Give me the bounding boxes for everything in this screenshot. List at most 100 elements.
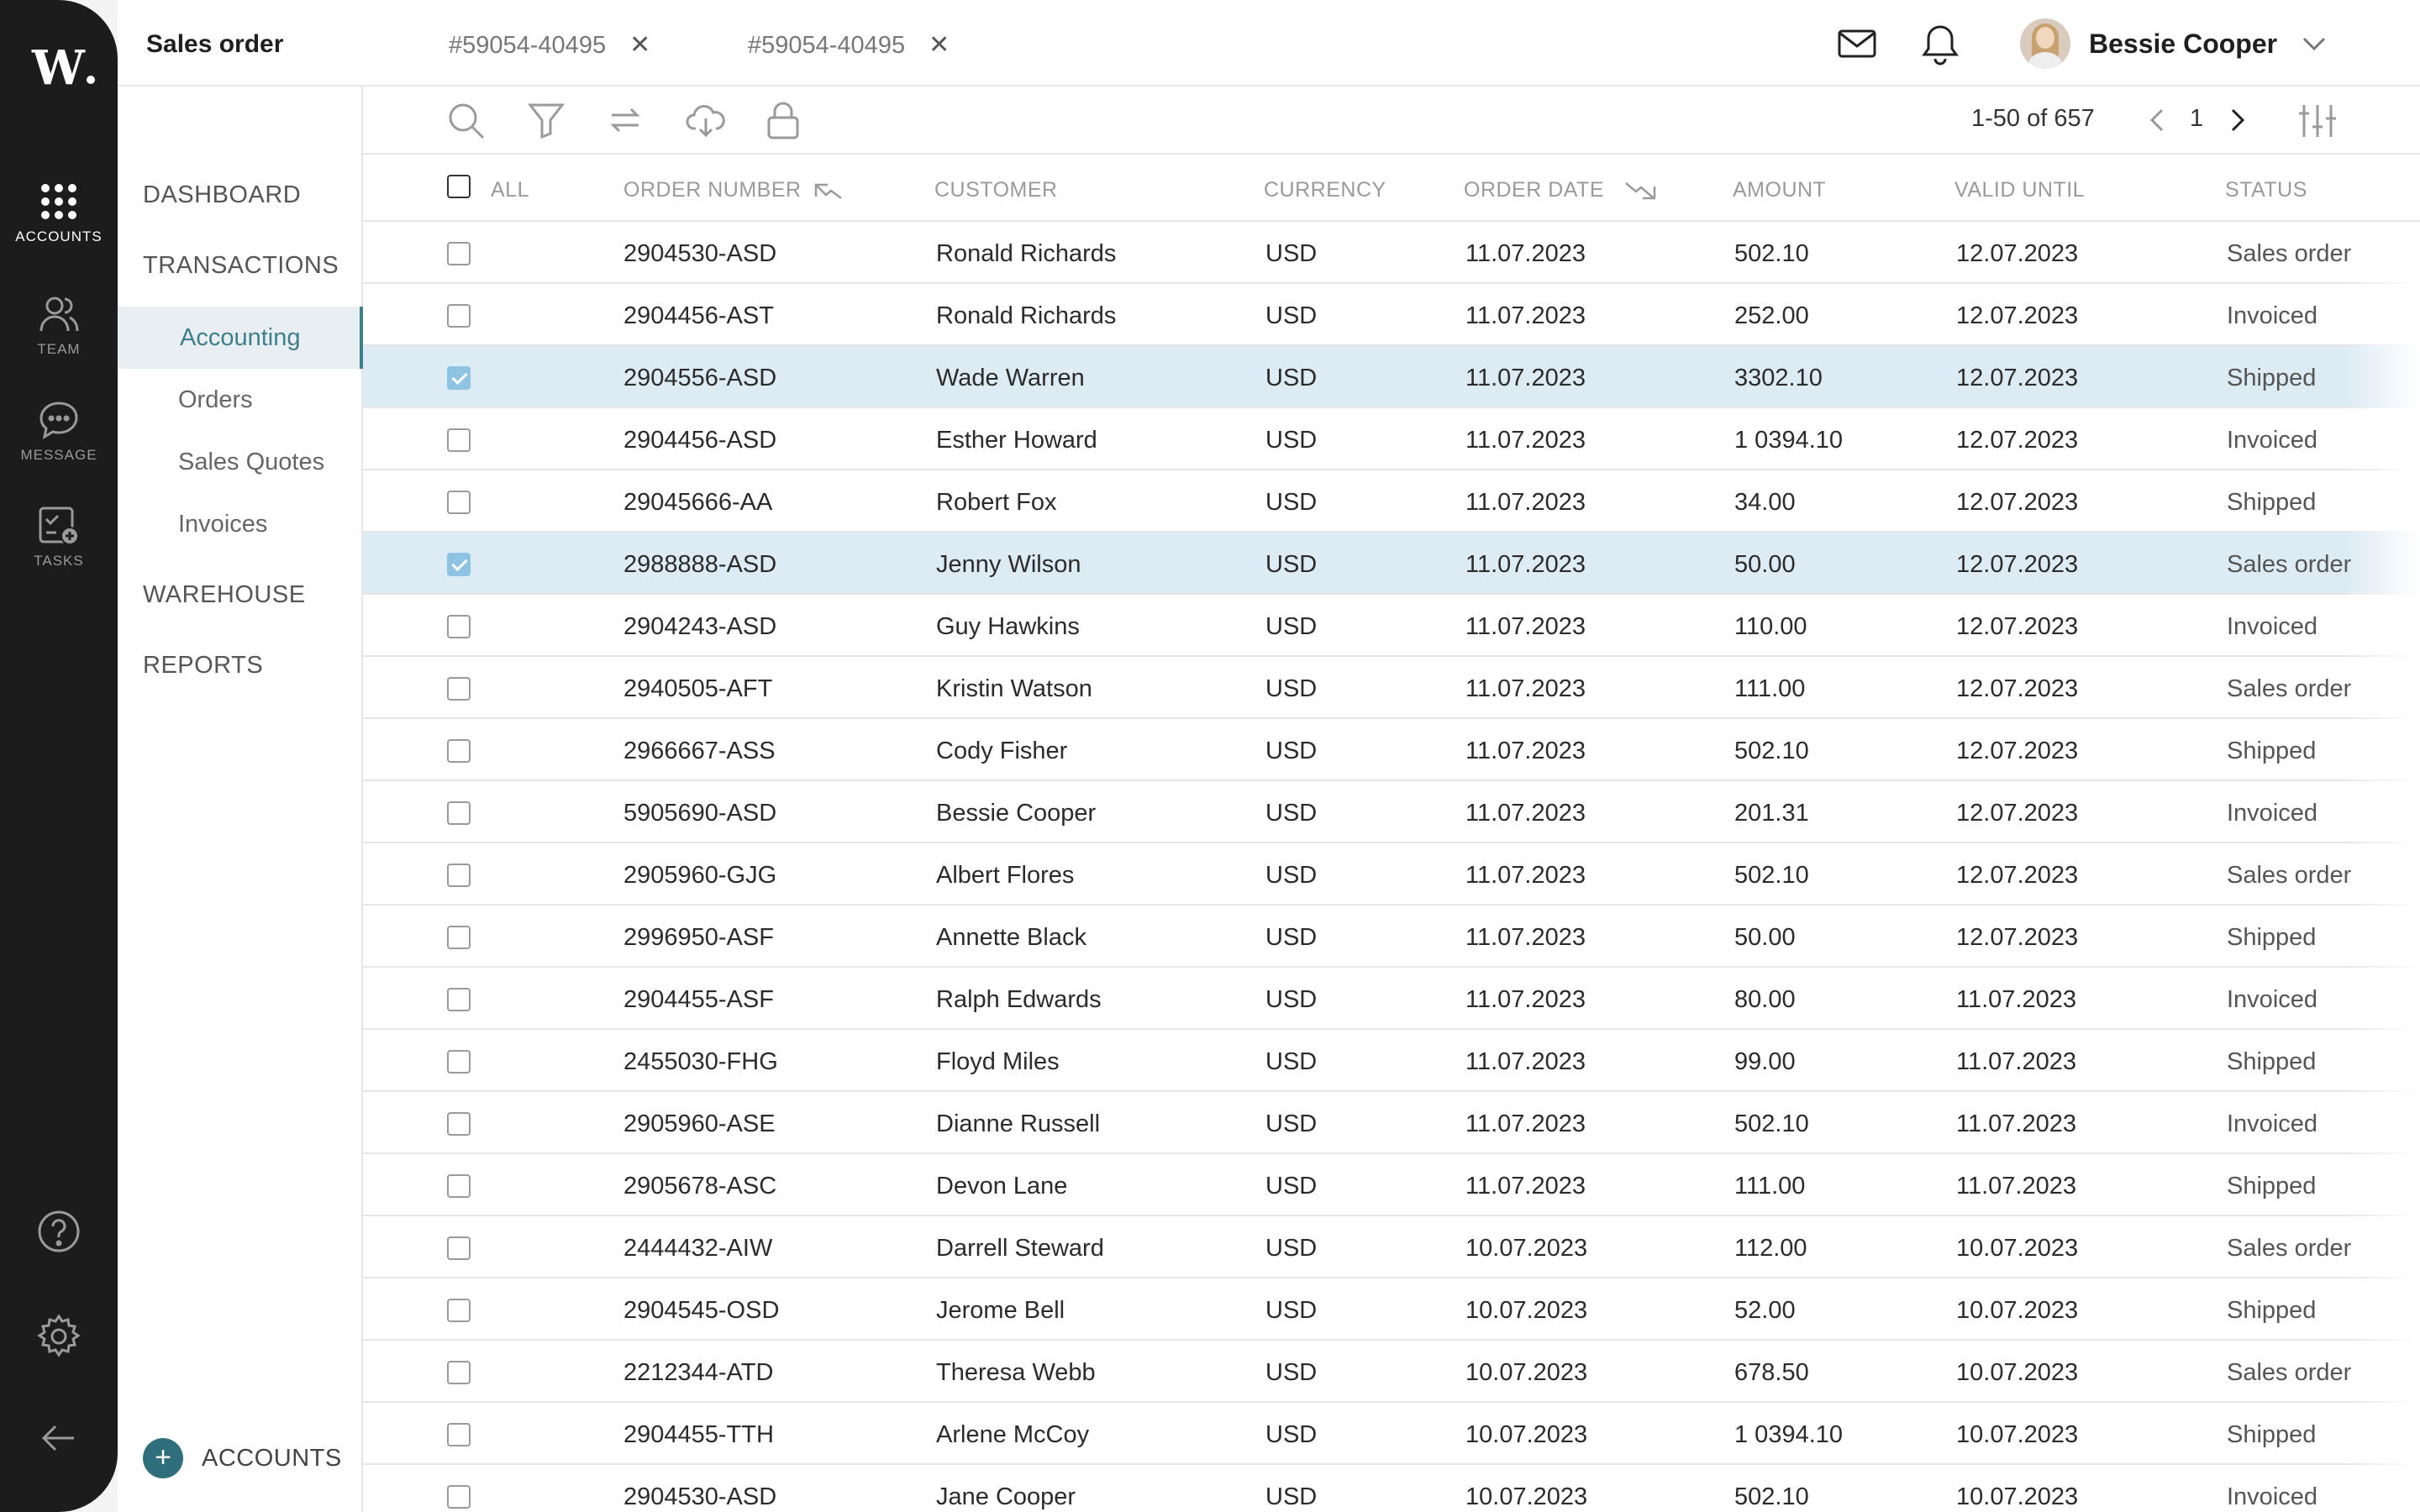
table-row[interactable]: 2904456-AST Ronald Richards USD 11.07.2023 2… [363,284,2420,346]
nav-item-accounting[interactable]: Accounting [118,307,363,369]
table-row[interactable]: 2904545-OSD Jerome Bell USD 10.07.2023 52.00… [363,1278,2420,1341]
table-row[interactable]: 2904455-TTH Arlene McCoy USD 10.07.2023 1 03… [363,1403,2420,1465]
lock-button[interactable] [766,102,800,144]
nav-item-invoices[interactable]: Invoices [178,511,267,538]
cell-valid-until: 12.07.2023 [1956,551,2079,578]
settings-button[interactable] [0,1314,118,1359]
collapse-button[interactable] [0,1423,118,1453]
chevron-down-icon[interactable] [2302,37,2326,50]
table-row[interactable]: 2904530-ASD Ronald Richards USD 11.07.2023 5… [363,222,2420,284]
table-row[interactable]: 2904556-ASD Wade Warren USD 11.07.2023 3302.… [363,346,2420,408]
table-row[interactable]: 2904455-ASF Ralph Edwards USD 11.07.2023 80.… [363,968,2420,1030]
column-header-customer[interactable]: CUSTOMER [934,178,1058,202]
close-icon[interactable]: ✕ [929,31,950,59]
cell-order-date: 11.07.2023 [1465,675,1586,702]
cell-currency: USD [1265,986,1318,1013]
page-title: Sales order [146,30,284,58]
cell-order-number: 2904455-ASF [623,986,774,1013]
table-row[interactable]: 2940505-AFT Kristin Watson USD 11.07.2023 11… [363,657,2420,719]
table-row[interactable]: 2904243-ASD Guy Hawkins USD 11.07.2023 110.0… [363,595,2420,657]
cell-valid-until: 12.07.2023 [1956,613,2079,640]
row-checkbox[interactable] [447,242,471,265]
table-row[interactable]: 29045666-AA Robert Fox USD 11.07.2023 34.00 1… [363,470,2420,533]
select-all-checkbox[interactable] [447,175,471,198]
cell-status: Shipped [2227,489,2317,516]
cell-amount: 252.00 [1734,302,1809,329]
row-checkbox[interactable] [447,801,471,825]
cell-valid-until: 12.07.2023 [1956,302,2079,329]
user-menu[interactable]: Bessie Cooper [2020,18,2326,69]
table-row[interactable]: 2455030-FHG Floyd Miles USD 11.07.2023 99.00… [363,1030,2420,1092]
row-checkbox[interactable] [447,864,471,887]
cell-customer: Ralph Edwards [936,986,1102,1013]
filter-button[interactable] [527,102,566,143]
table-row[interactable]: 2905960-GJG Albert Flores USD 11.07.2023 502… [363,843,2420,906]
row-checkbox[interactable] [447,1423,471,1446]
close-icon[interactable]: ✕ [629,31,650,59]
row-checkbox[interactable] [447,304,471,328]
row-checkbox[interactable] [447,677,471,701]
rail-item-message[interactable]: MESSAGE [0,400,118,464]
table-row[interactable]: 2212344-ATD Theresa Webb USD 10.07.2023 678.… [363,1341,2420,1403]
mail-button[interactable] [1837,24,1877,68]
row-checkbox[interactable] [447,366,471,390]
cell-order-number: 2904530-ASD [623,1483,777,1510]
row-checkbox[interactable] [447,615,471,638]
row-checkbox[interactable] [447,1112,471,1136]
row-checkbox[interactable] [447,926,471,949]
nav-item-sales-quotes[interactable]: Sales Quotes [178,449,324,476]
row-checkbox[interactable] [447,1236,471,1260]
page-number[interactable]: 1 [2190,105,2203,133]
column-settings-button[interactable] [2297,103,2338,143]
cell-order-number: 2904556-ASD [623,365,777,391]
next-page-button[interactable] [2230,108,2245,136]
column-header-order-number[interactable]: ORDER NUMBER [623,178,844,202]
row-checkbox[interactable] [447,428,471,452]
table-row[interactable]: 2996950-ASF Annette Black USD 11.07.2023 50.… [363,906,2420,968]
row-checkbox[interactable] [447,739,471,763]
rail-item-accounts[interactable]: ACCOUNTS [0,181,118,245]
row-checkbox[interactable] [447,491,471,514]
cell-valid-until: 12.07.2023 [1956,738,2079,764]
nav-transactions[interactable]: TRANSACTIONS [143,252,339,280]
table-row[interactable]: 5905690-ASD Bessie Cooper USD 11.07.2023 201… [363,781,2420,843]
table-row[interactable]: 2988888-ASD Jenny Wilson USD 11.07.2023 50.0… [363,533,2420,595]
prev-page-button[interactable] [2149,108,2165,136]
table-row[interactable]: 2904456-ASD Esther Howard USD 11.07.2023 1 0… [363,408,2420,470]
search-button[interactable] [447,102,486,144]
row-checkbox[interactable] [447,553,471,576]
app-logo[interactable]: W [32,40,95,96]
column-header-status[interactable]: STATUS [2225,178,2307,202]
notifications-button[interactable] [1921,24,1960,70]
tab-order-1[interactable]: #59054-40495 ✕ [449,30,650,60]
tab-order-2[interactable]: #59054-40495 ✕ [748,30,950,60]
row-checkbox[interactable] [447,1361,471,1384]
table-row[interactable]: 2444432-AIW Darrell Steward USD 10.07.2023 1… [363,1216,2420,1278]
column-header-currency[interactable]: CURRENCY [1264,178,1386,202]
nav-dashboard[interactable]: DASHBOARD [143,181,301,209]
sync-button[interactable] [607,102,644,143]
nav-item-orders[interactable]: Orders [178,386,253,414]
nav-warehouse[interactable]: WAREHOUSE [143,581,306,609]
row-checkbox[interactable] [447,988,471,1011]
row-checkbox[interactable] [447,1299,471,1322]
help-button[interactable] [0,1210,118,1253]
rail-item-tasks[interactable]: TASKS [0,506,118,570]
table-row[interactable]: 2905678-ASC Devon Lane USD 11.07.2023 111.00… [363,1154,2420,1216]
column-header-amount[interactable]: AMOUNT [1733,178,1826,202]
rail-item-team[interactable]: TEAM [0,294,118,358]
column-header-valid-until[interactable]: VALID UNTIL [1954,178,2085,202]
column-header-order-date[interactable]: ORDER DATE [1464,178,1658,202]
row-checkbox[interactable] [447,1485,471,1509]
add-accounts-button[interactable]: + ACCOUNTS [143,1438,342,1478]
table-row[interactable]: 2966667-ASS Cody Fisher USD 11.07.2023 502.1… [363,719,2420,781]
table-row[interactable]: 2905960-ASE Dianne Russell USD 11.07.2023 50… [363,1092,2420,1154]
download-button[interactable] [686,102,726,143]
nav-reports[interactable]: REPORTS [143,652,263,680]
row-checkbox[interactable] [447,1050,471,1074]
cell-order-number: 2455030-FHG [623,1048,778,1075]
row-checkbox[interactable] [447,1174,471,1198]
cell-order-date: 10.07.2023 [1465,1235,1588,1262]
column-label: ORDER NUMBER [623,178,802,202]
table-row[interactable]: 2904530-ASD Jane Cooper USD 10.07.2023 502.1… [363,1465,2420,1512]
